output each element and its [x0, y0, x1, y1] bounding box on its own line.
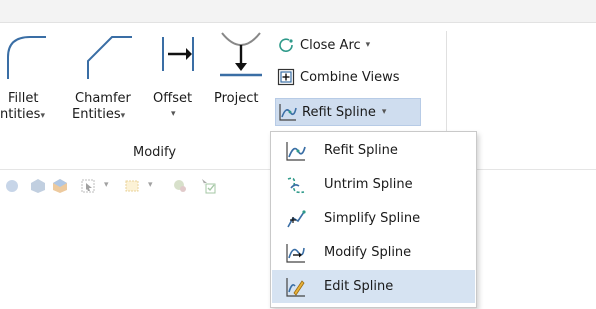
chamfer-label-line2-wrap: Entities▾	[72, 107, 125, 122]
close-arc-icon	[276, 35, 296, 55]
menu-item-refit-spline[interactable]: Refit Spline	[272, 134, 475, 167]
chamfer-entities-button[interactable]: Chamfer Entities▾	[68, 23, 142, 133]
selection-box-icon[interactable]	[124, 178, 140, 194]
chevron-down-icon[interactable]: ▾	[104, 180, 109, 190]
menu-item-simplify-spline[interactable]: Simplify Spline	[272, 202, 475, 235]
menu-item-label: Simplify Spline	[324, 211, 421, 226]
chevron-down-icon: ▾	[40, 111, 45, 121]
fillet-icon	[7, 36, 46, 79]
chevron-down-icon: ▾	[365, 40, 371, 50]
fillet-label-line2-wrap: ntities▾	[0, 107, 45, 122]
combine-views-icon	[276, 67, 296, 87]
chamfer-label-line1: Chamfer	[75, 91, 131, 106]
chevron-down-icon[interactable]: ▾	[148, 180, 153, 190]
select-cursor-icon[interactable]	[80, 178, 96, 194]
edit-spline-icon	[284, 275, 308, 299]
close-arc-label: Close Arc	[300, 37, 361, 53]
cube-view-icon[interactable]	[30, 178, 46, 194]
menu-item-label: Edit Spline	[324, 279, 394, 294]
menu-item-edit-spline[interactable]: Edit Spline	[272, 270, 475, 303]
refit-spline-split-button[interactable]: Refit Spline ▾	[275, 98, 421, 126]
menu-item-label: Modify Spline	[324, 245, 412, 260]
menu-item-untrim-spline[interactable]: Untrim Spline	[272, 168, 475, 201]
combine-views-label: Combine Views	[300, 69, 400, 85]
fillet-entities-button[interactable]: Fillet ntities▾	[0, 23, 62, 133]
menu-item-modify-spline[interactable]: Modify Spline	[272, 236, 475, 269]
title-strip	[0, 0, 596, 23]
offset-button[interactable]: Offset ▾	[150, 23, 202, 133]
refit-spline-label: Refit Spline	[302, 104, 376, 120]
refit-spline-icon	[278, 102, 298, 122]
project-label: Project	[214, 91, 259, 106]
shaded-view-icon[interactable]	[4, 178, 20, 194]
chevron-down-icon: ▾	[171, 109, 176, 119]
select-check-icon[interactable]	[200, 178, 216, 194]
chevron-down-icon: ▾	[381, 107, 387, 117]
menu-item-label: Untrim Spline	[324, 177, 413, 192]
close-arc-button[interactable]: Close Arc ▾	[276, 33, 426, 57]
offset-icon	[162, 37, 194, 71]
project-icon	[220, 32, 262, 77]
modify-group-label: Modify	[133, 145, 177, 160]
refit-spline-dropdown-menu: Refit Spline Untrim Spline Simplify Spli…	[270, 131, 477, 308]
filter-icon[interactable]	[172, 178, 188, 194]
chamfer-icon	[87, 36, 132, 79]
menu-item-label: Refit Spline	[324, 143, 398, 158]
simplify-spline-icon	[284, 207, 308, 231]
untrim-spline-icon	[284, 173, 308, 197]
chamfer-label-line2: Entities	[72, 107, 121, 122]
fillet-label-line2: ntities	[0, 107, 41, 122]
modify-spline-icon	[284, 241, 308, 265]
refit-spline-icon	[284, 139, 308, 163]
offset-label: Offset	[153, 91, 193, 106]
chevron-down-icon: ▾	[120, 111, 126, 121]
fillet-label-line1: Fillet	[8, 91, 39, 106]
colored-cube-icon[interactable]	[52, 178, 68, 194]
combine-views-button[interactable]: Combine Views	[276, 65, 436, 89]
project-button[interactable]: Project	[212, 23, 270, 133]
